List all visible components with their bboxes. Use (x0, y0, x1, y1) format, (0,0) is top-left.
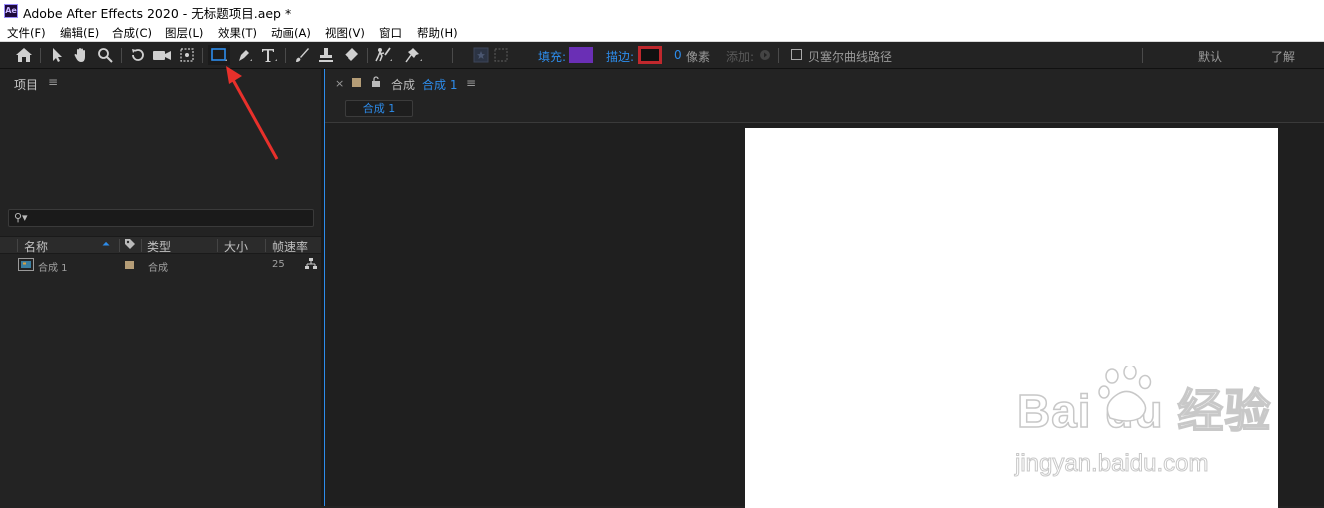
stroke-width-value[interactable]: 0 (674, 48, 682, 62)
flowchart-icon[interactable] (305, 258, 317, 273)
menu-bar: 文件(F) 编辑(E) 合成(C) 图层(L) 效果(T) 动画(A) 视图(V… (0, 22, 1324, 42)
eraser-tool-icon[interactable] (340, 45, 362, 65)
roto-brush-tool-icon[interactable] (373, 45, 395, 65)
menu-effect[interactable]: 效果(T) (218, 25, 257, 41)
project-column-header: 名称 ⏶ 类型 大小 帧速率 (0, 236, 321, 254)
item-type: 合成 (148, 263, 168, 274)
selection-tool-icon[interactable] (46, 45, 68, 65)
search-icon: ⚲▾ (14, 211, 28, 224)
window-title: Adobe After Effects 2020 - 无标题项目.aep * (23, 6, 292, 21)
baidu-paw-icon (1098, 366, 1152, 422)
menu-composition[interactable]: 合成(C) (112, 25, 152, 41)
add-arrow-icon[interactable] (758, 45, 772, 65)
baidu-watermark-url: jingyan.baidu.com (1014, 450, 1209, 478)
item-name: 合成 1 (38, 263, 68, 274)
composition-viewer[interactable] (325, 122, 1324, 508)
clone-stamp-tool-icon[interactable] (315, 45, 337, 65)
comp-breadcrumb[interactable]: 合成 1 (345, 100, 413, 117)
brush-tool-icon[interactable] (291, 45, 313, 65)
menu-edit[interactable]: 编辑(E) (60, 25, 99, 41)
project-panel-tab[interactable]: 项目 (14, 76, 38, 93)
project-item-row[interactable]: 合成 1 合成 25 (0, 256, 321, 274)
tools-panel: 填充: 描边: 0 像素 添加: 贝塞尔曲线路径 默认 了解 (0, 42, 1324, 69)
menu-animation[interactable]: 动画(A) (271, 25, 311, 41)
sort-ascending-icon[interactable]: ⏶ (102, 239, 110, 250)
home-icon[interactable] (13, 45, 35, 65)
item-fps: 25 (272, 259, 285, 270)
comp-tab-prefix: 合成 (391, 78, 416, 92)
panel-menu-icon[interactable]: ≡ (466, 76, 476, 90)
column-name[interactable]: 名称 (24, 238, 48, 255)
camera-tool-icon[interactable] (151, 45, 173, 65)
lock-icon[interactable] (371, 76, 381, 91)
column-type[interactable]: 类型 (147, 238, 171, 255)
pan-behind-tool-icon[interactable] (176, 45, 198, 65)
column-size[interactable]: 大小 (224, 238, 248, 255)
tool-creates-shape-icon[interactable] (472, 45, 490, 65)
project-search-input[interactable]: ⚲▾ (8, 209, 314, 227)
column-fps[interactable]: 帧速率 (272, 238, 308, 255)
puppet-pin-tool-icon[interactable] (403, 45, 425, 65)
bezier-path-label: 贝塞尔曲线路径 (808, 50, 893, 64)
workspace-default[interactable]: 默认 (1198, 48, 1222, 65)
comp-label-color[interactable] (352, 78, 361, 87)
fill-label: 填充: (538, 50, 567, 64)
menu-layer[interactable]: 图层(L) (165, 25, 203, 41)
menu-window[interactable]: 窗口 (379, 25, 402, 41)
hand-tool-icon[interactable] (70, 45, 92, 65)
composition-tab-bar: × 合成 合成 1 ≡ (325, 69, 1324, 99)
menu-view[interactable]: 视图(V) (325, 25, 365, 41)
stroke-width-unit: 像素 (686, 50, 711, 64)
tool-creates-mask-icon[interactable] (492, 45, 510, 65)
panel-menu-icon[interactable]: ≡ (48, 75, 58, 89)
bezier-path-checkbox[interactable] (791, 49, 802, 60)
add-label: 添加: (726, 50, 755, 64)
composition-icon (18, 258, 34, 274)
stroke-color-swatch[interactable] (638, 46, 662, 64)
label-tag-icon[interactable] (124, 238, 136, 253)
zoom-tool-icon[interactable] (94, 45, 116, 65)
after-effects-logo-icon: Ae (4, 4, 18, 18)
fill-color-swatch[interactable] (569, 47, 593, 63)
comp-tab-name[interactable]: 合成 1 (422, 76, 457, 93)
menu-help[interactable]: 帮助(H) (417, 25, 458, 41)
workspace-learn[interactable]: 了解 (1271, 48, 1295, 65)
title-bar: Ae Adobe After Effects 2020 - 无标题项目.aep … (0, 0, 1324, 22)
annotation-arrow-icon (226, 66, 279, 160)
menu-file[interactable]: 文件(F) (7, 25, 46, 41)
label-color-swatch[interactable] (125, 261, 134, 269)
close-icon[interactable]: × (335, 77, 344, 90)
stroke-label: 描边: (606, 50, 635, 64)
rotate-tool-icon[interactable] (127, 45, 149, 65)
